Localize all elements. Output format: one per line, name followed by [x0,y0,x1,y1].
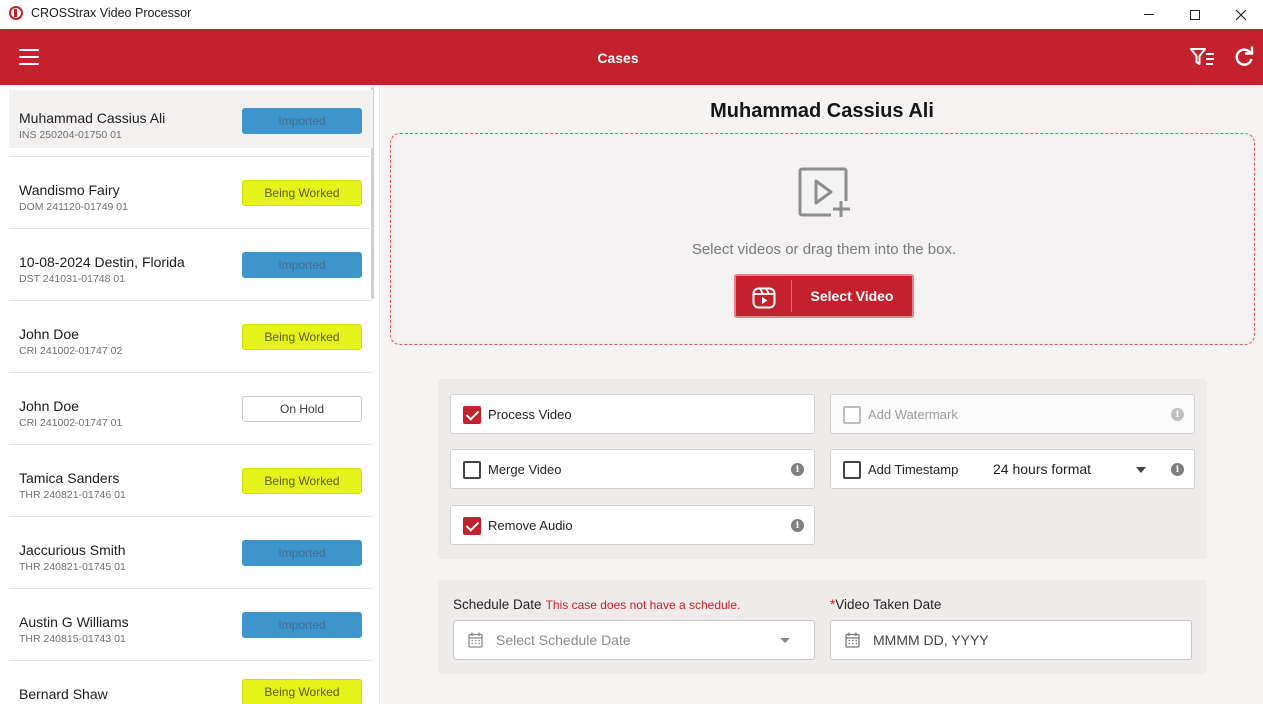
video-library-icon [752,287,776,309]
status-badge: Being Worked [242,324,362,350]
case-title: Muhammad Cassius Ali [710,100,934,122]
calendar-icon [845,632,860,648]
case-id: THR 240821-01745 01 [19,561,126,573]
status-badge: Being Worked [242,679,362,704]
app-logo-icon [9,6,23,20]
dates-panel: Schedule Date This case does not have a s… [438,580,1207,674]
add-timestamp-checkbox[interactable] [843,461,861,479]
case-list-item[interactable]: John Doe CRI 241002-01747 02 Being Worke… [9,306,373,364]
option-label: Add Watermark [868,407,958,422]
divider [9,588,373,589]
calendar-icon [468,632,483,648]
status-badge: Imported [242,252,362,278]
case-name: Tamica Sanders [19,470,120,486]
dropzone-inner: Select videos or drag them into the box.… [393,136,1252,342]
case-id: CRI 241002-01747 02 [19,345,123,357]
filter-list-icon[interactable] [1189,45,1215,69]
select-video-button[interactable]: Select Video [734,274,914,318]
close-button[interactable] [1218,0,1263,29]
status-badge: Imported [242,612,362,638]
divider [9,156,373,157]
app-bar: Cases [0,29,1263,85]
status-badge: Being Worked [242,468,362,494]
page-title: Cases [597,50,639,66]
case-id: THR 240821-01746 01 [19,489,126,501]
divider [9,372,373,373]
case-name: Muhammad Cassius Ali [19,110,166,126]
status-badge: Imported [242,108,362,134]
processing-options: Process Video Add Watermark i Merge Vide… [438,379,1207,559]
video-add-icon [798,167,851,219]
case-list-item[interactable]: 10-08-2024 Destin, Florida DST 241031-01… [9,234,373,292]
case-name: 10-08-2024 Destin, Florida [19,254,185,270]
close-icon [1235,9,1247,20]
remove-audio-option[interactable]: Remove Audio i [450,505,815,545]
case-name: Jaccurious Smith [19,542,126,558]
minimize-button[interactable] [1126,0,1172,29]
info-icon[interactable]: i [1171,463,1184,476]
divider [9,300,373,301]
video-taken-date-field[interactable]: MMMM DD, YYYY [830,620,1192,660]
schedule-date-placeholder: Select Schedule Date [496,632,631,648]
video-dropzone[interactable]: Select videos or drag them into the box.… [390,133,1255,345]
case-list-item[interactable]: Austin G Williams THR 240815-01743 01 Im… [9,594,373,652]
divider [9,516,373,517]
chevron-down-icon[interactable] [1136,467,1146,473]
case-name: John Doe [19,326,79,342]
maximize-icon [1190,9,1200,20]
case-list-item[interactable]: Muhammad Cassius Ali INS 250204-01750 01… [9,90,373,148]
info-icon[interactable]: i [1171,408,1184,421]
divider [9,660,373,661]
option-label: Add Timestamp [868,462,959,477]
schedule-date-label: Schedule Date This case does not have a s… [453,597,741,612]
status-badge: Being Worked [242,180,362,206]
case-list-item[interactable]: Jaccurious Smith THR 240821-01745 01 Imp… [9,522,373,580]
status-badge: Imported [242,540,362,566]
merge-video-checkbox[interactable] [463,461,481,479]
case-list-item[interactable]: John Doe CRI 241002-01747 01 On Hold [9,378,373,436]
case-id: CRI 241002-01747 01 [19,417,123,429]
chevron-down-icon [780,638,790,643]
info-icon[interactable]: i [791,519,804,532]
option-label: Merge Video [488,462,562,477]
case-name: John Doe [19,398,79,414]
refresh-icon[interactable] [1231,45,1257,69]
case-detail-panel: Muhammad Cassius Ali Select videos or dr… [381,85,1263,704]
add-watermark-checkbox[interactable] [843,406,861,424]
maximize-button[interactable] [1172,0,1218,29]
window-title: CROSStrax Video Processor [31,6,192,20]
process-video-checkbox[interactable] [463,406,481,424]
select-video-label: Select Video [810,288,894,304]
case-id: DST 241031-01748 01 [19,273,126,285]
add-timestamp-option[interactable]: Add Timestamp 24 hours format i [830,449,1195,489]
case-name: Wandismo Fairy [19,182,120,198]
add-watermark-option[interactable]: Add Watermark i [830,394,1195,434]
status-badge: On Hold [242,396,362,422]
option-label: Remove Audio [488,518,573,533]
window-titlebar: CROSStrax Video Processor [0,0,1263,29]
case-id: THR 240815-01743 01 [19,633,126,645]
process-video-option[interactable]: Process Video [450,394,815,434]
case-name: Bernard Shaw [19,686,108,702]
option-label: Process Video [488,407,572,422]
case-list-item[interactable]: Bernard Shaw Being Worked [9,666,373,704]
remove-audio-checkbox[interactable] [463,517,481,535]
minimize-icon [1144,14,1154,15]
merge-video-option[interactable]: Merge Video i [450,449,815,489]
case-id: DOM 241120-01749 01 [19,201,128,213]
case-list: Muhammad Cassius Ali INS 250204-01750 01… [0,85,380,704]
case-list-item[interactable]: Wandismo Fairy DOM 241120-01749 01 Being… [9,162,373,220]
divider [9,444,373,445]
case-list-item[interactable]: Tamica Sanders THR 240821-01746 01 Being… [9,450,373,508]
schedule-date-select[interactable]: Select Schedule Date [453,620,815,660]
timestamp-format-select[interactable]: 24 hours format [993,461,1091,477]
divider [9,228,373,229]
info-icon[interactable]: i [791,463,804,476]
case-name: Austin G Williams [19,614,129,630]
case-id: INS 250204-01750 01 [19,129,122,141]
dropzone-instructions: Select videos or drag them into the box. [691,241,957,258]
video-taken-date-placeholder: MMMM DD, YYYY [873,632,989,648]
schedule-warning: This case does not have a schedule. [545,598,741,612]
video-taken-date-label: *Video Taken Date [830,597,942,612]
